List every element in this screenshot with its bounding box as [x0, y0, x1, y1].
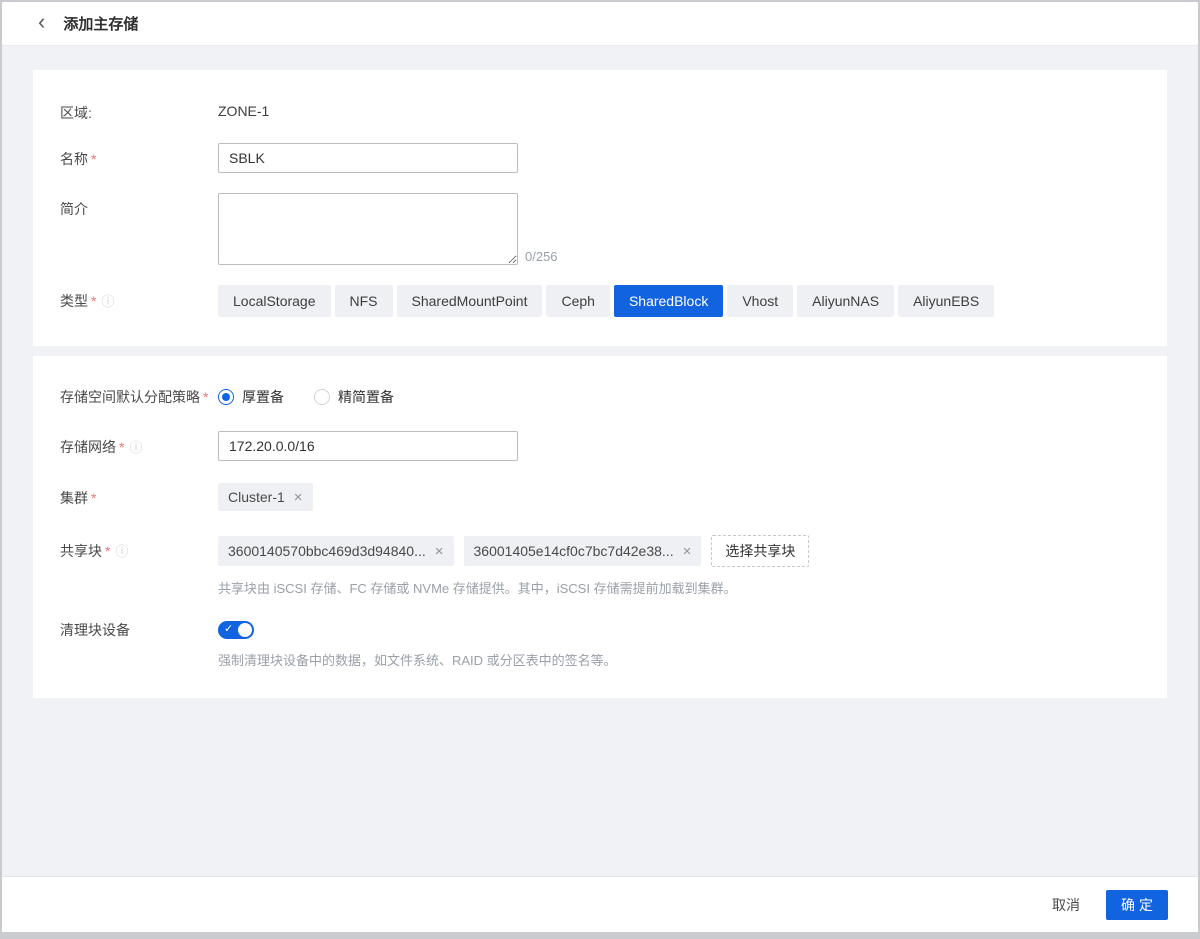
zone-value: ZONE-1: [218, 97, 269, 119]
cluster-tag: Cluster-1 ×: [218, 483, 313, 511]
description-label: 简介: [33, 193, 218, 219]
type-option-vhost[interactable]: Vhost: [727, 285, 793, 317]
description-row: 简介 0/256: [33, 193, 1167, 265]
required-mark: *: [203, 389, 208, 405]
radio-unselected-icon: [314, 389, 330, 405]
info-icon: ⓘ: [129, 440, 142, 455]
type-option-nfs[interactable]: NFS: [335, 285, 393, 317]
radio-selected-icon: [218, 389, 234, 405]
radio-thick-provision[interactable]: 厚置备: [218, 387, 284, 407]
sharedblock-label: 共享块*ⓘ: [33, 535, 218, 561]
cancel-button[interactable]: 取消: [1052, 895, 1080, 915]
info-icon: ⓘ: [115, 544, 128, 559]
type-button-group: LocalStorage NFS SharedMountPoint Ceph S…: [218, 285, 998, 317]
back-icon[interactable]: ‹: [38, 11, 45, 33]
sharedblock-hint: 共享块由 iSCSI 存储、FC 存储或 NVMe 存储提供。其中，iSCSI …: [218, 578, 809, 597]
clean-device-label: 清理块设备: [33, 617, 218, 640]
toggle-knob: [238, 623, 252, 637]
sharedblock-tag: 3600140570bbc469d3d94840... ×: [218, 536, 454, 566]
clean-device-hint: 强制清理块设备中的数据，如文件系统、RAID 或分区表中的签名等。: [218, 650, 617, 669]
check-icon: ✓: [224, 622, 233, 635]
sharedblock-settings-card: 存储空间默认分配策略* 厚置备 精简置备 存储网络*ⓘ: [33, 356, 1167, 698]
storage-network-input[interactable]: [218, 431, 518, 461]
required-mark: *: [91, 151, 96, 167]
action-footer: 取消 确定: [2, 876, 1198, 932]
info-icon: ⓘ: [101, 294, 114, 309]
sharedblock-tags: 3600140570bbc469d3d94840... × 36001405e1…: [218, 535, 809, 567]
required-mark: *: [119, 439, 124, 455]
char-counter: 0/256: [525, 249, 558, 264]
radio-thin-provision[interactable]: 精简置备: [314, 387, 394, 407]
type-option-aliyunebs[interactable]: AliyunEBS: [898, 285, 994, 317]
name-input[interactable]: [218, 143, 518, 173]
basic-info-card: 区域: ZONE-1 名称* 简介 0/256 类型*ⓘ: [33, 70, 1167, 346]
allocation-policy-row: 存储空间默认分配策略* 厚置备 精简置备: [33, 383, 1167, 407]
confirm-button[interactable]: 确定: [1106, 890, 1168, 920]
zone-row: 区域: ZONE-1: [33, 97, 1167, 123]
remove-tag-icon[interactable]: ×: [683, 544, 692, 559]
storage-network-label: 存储网络*ⓘ: [33, 431, 218, 457]
required-mark: *: [91, 490, 96, 506]
clean-device-toggle[interactable]: ✓: [218, 621, 254, 639]
storage-network-row: 存储网络*ⓘ: [33, 431, 1167, 461]
remove-tag-icon[interactable]: ×: [294, 490, 303, 505]
form-content: 区域: ZONE-1 名称* 简介 0/256 类型*ⓘ: [2, 46, 1198, 876]
type-option-localstorage[interactable]: LocalStorage: [218, 285, 331, 317]
name-row: 名称*: [33, 143, 1167, 173]
type-label: 类型*ⓘ: [33, 285, 218, 311]
sharedblock-tag: 36001405e14cf0c7bc7d42e38... ×: [464, 536, 702, 566]
cluster-label: 集群*: [33, 483, 218, 508]
select-sharedblock-button[interactable]: 选择共享块: [711, 535, 809, 567]
type-option-sharedmountpoint[interactable]: SharedMountPoint: [397, 285, 543, 317]
allocation-policy-label: 存储空间默认分配策略*: [33, 383, 218, 407]
required-mark: *: [91, 293, 96, 309]
type-row: 类型*ⓘ LocalStorage NFS SharedMountPoint C…: [33, 285, 1167, 317]
allocation-policy-radios: 厚置备 精简置备: [218, 383, 424, 407]
type-option-sharedblock[interactable]: SharedBlock: [614, 285, 723, 317]
clean-device-row: 清理块设备 ✓ 强制清理块设备中的数据，如文件系统、RAID 或分区表中的签名等…: [33, 617, 1167, 669]
cluster-row: 集群* Cluster-1 ×: [33, 483, 1167, 511]
page-header: ‹ 添加主存储: [2, 2, 1198, 46]
page-title: 添加主存储: [63, 13, 138, 34]
required-mark: *: [105, 543, 110, 559]
sharedblock-field: 3600140570bbc469d3d94840... × 36001405e1…: [218, 535, 809, 597]
remove-tag-icon[interactable]: ×: [435, 544, 444, 559]
clean-device-field: ✓ 强制清理块设备中的数据，如文件系统、RAID 或分区表中的签名等。: [218, 617, 617, 669]
type-option-aliyunnas[interactable]: AliyunNAS: [797, 285, 894, 317]
sharedblock-row: 共享块*ⓘ 3600140570bbc469d3d94840... × 3600…: [33, 535, 1167, 597]
zone-label: 区域:: [33, 97, 218, 123]
name-label: 名称*: [33, 143, 218, 169]
type-option-ceph[interactable]: Ceph: [546, 285, 609, 317]
description-textarea[interactable]: [218, 193, 518, 265]
add-primary-storage-page: ‹ 添加主存储 区域: ZONE-1 名称* 简介: [0, 0, 1200, 939]
